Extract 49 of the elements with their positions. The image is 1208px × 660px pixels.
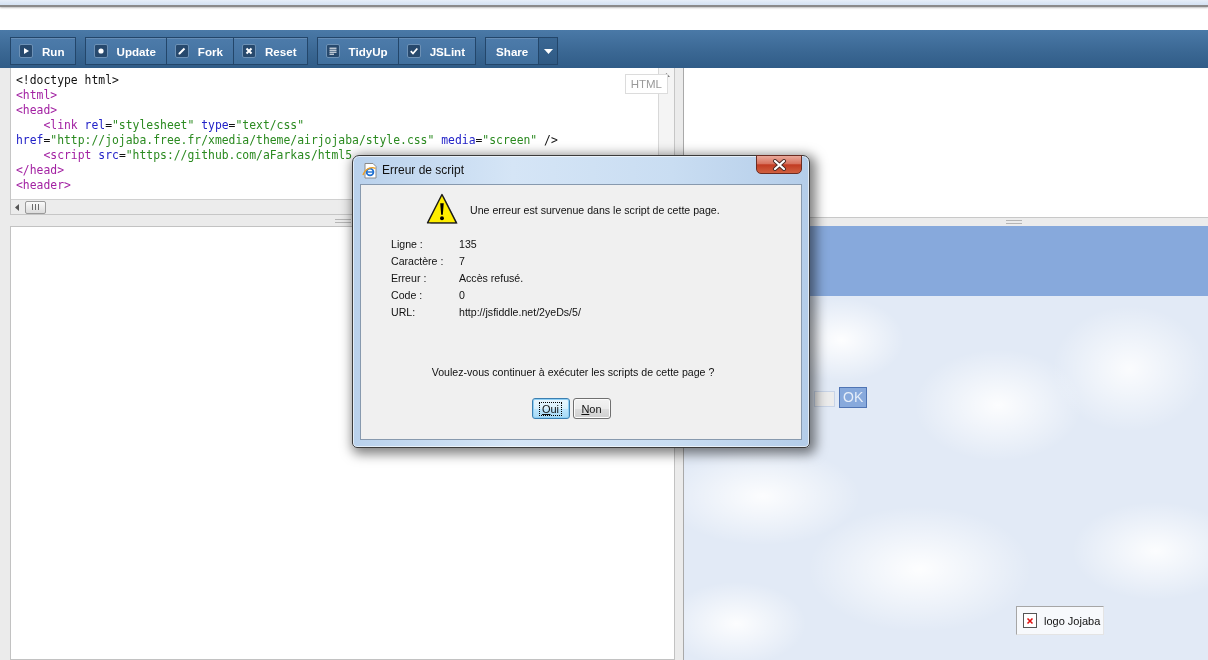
detail-label: Code :	[391, 288, 424, 301]
detail-label: Erreur :	[391, 271, 428, 284]
detail-value: 7	[459, 254, 466, 267]
caret-icon	[543, 48, 553, 54]
close-button[interactable]	[756, 155, 802, 174]
toolbar-button[interactable]: TidyUp	[316, 37, 399, 65]
code-line: <head>	[16, 103, 58, 118]
check-icon	[406, 44, 421, 58]
input-field[interactable]	[814, 391, 835, 407]
scrollbar-thumb[interactable]	[25, 200, 46, 214]
warning-icon	[426, 193, 459, 227]
broken-image-icon	[1023, 613, 1037, 628]
detail-value: 0	[459, 288, 466, 301]
mode-label: HTML	[624, 74, 668, 94]
detail-label: URL:	[391, 305, 417, 318]
toolbar-button[interactable]: Fork	[165, 37, 234, 65]
code-line: </head>	[16, 163, 64, 178]
scroll-left-icon[interactable]	[15, 203, 19, 211]
dialog-button[interactable]: Oui	[531, 398, 570, 419]
play-icon	[19, 44, 33, 58]
code-line: <script src="https://github.com/aFarkas/html5	[42, 148, 353, 163]
code-line: <header>	[16, 178, 71, 193]
toolbar-button[interactable]: JSLint	[397, 37, 477, 65]
toolbar-button[interactable]: Run	[10, 37, 76, 65]
text-lines-icon	[325, 44, 340, 58]
dialog-question: Voulez-vous continuer à exécuter les scripts de cette page ?	[431, 366, 715, 378]
share-button[interactable]: Share	[485, 37, 540, 65]
detail-label: Caractère :	[391, 254, 445, 267]
image-alt-text: logo Jojaba	[1044, 614, 1101, 627]
x-icon	[241, 44, 256, 58]
pencil-icon	[174, 44, 189, 58]
code-line: <html>	[16, 88, 58, 103]
toolbar-button[interactable]: Reset	[232, 37, 308, 65]
error-message: Une erreur est survenue dans le script de cette page.	[470, 204, 720, 216]
browser-icon	[362, 161, 378, 179]
detail-value: Accès refusé.	[459, 271, 525, 284]
close-icon	[771, 158, 787, 171]
resize-handle[interactable]	[1006, 220, 1022, 224]
dialog-button[interactable]: Non	[572, 398, 611, 419]
code-line: <link rel="stylesheet" type="text/css"	[42, 118, 305, 133]
dropdown-button[interactable]	[538, 37, 559, 65]
code-line: <!doctype html>	[16, 73, 119, 88]
detail-value: http://jsfiddle.net/2yeDs/5/	[459, 305, 581, 318]
detail-label: Ligne :	[391, 237, 424, 250]
code-line: href="http://jojaba.free.fr/xmedia/theme/airjojaba/style.css" media="screen" />	[16, 133, 558, 148]
detail-value: 135	[459, 237, 478, 250]
resize-handle[interactable]	[334, 218, 351, 223]
dialog-title: Erreur de script	[382, 163, 465, 177]
toolbar-button[interactable]: Update	[84, 37, 167, 65]
